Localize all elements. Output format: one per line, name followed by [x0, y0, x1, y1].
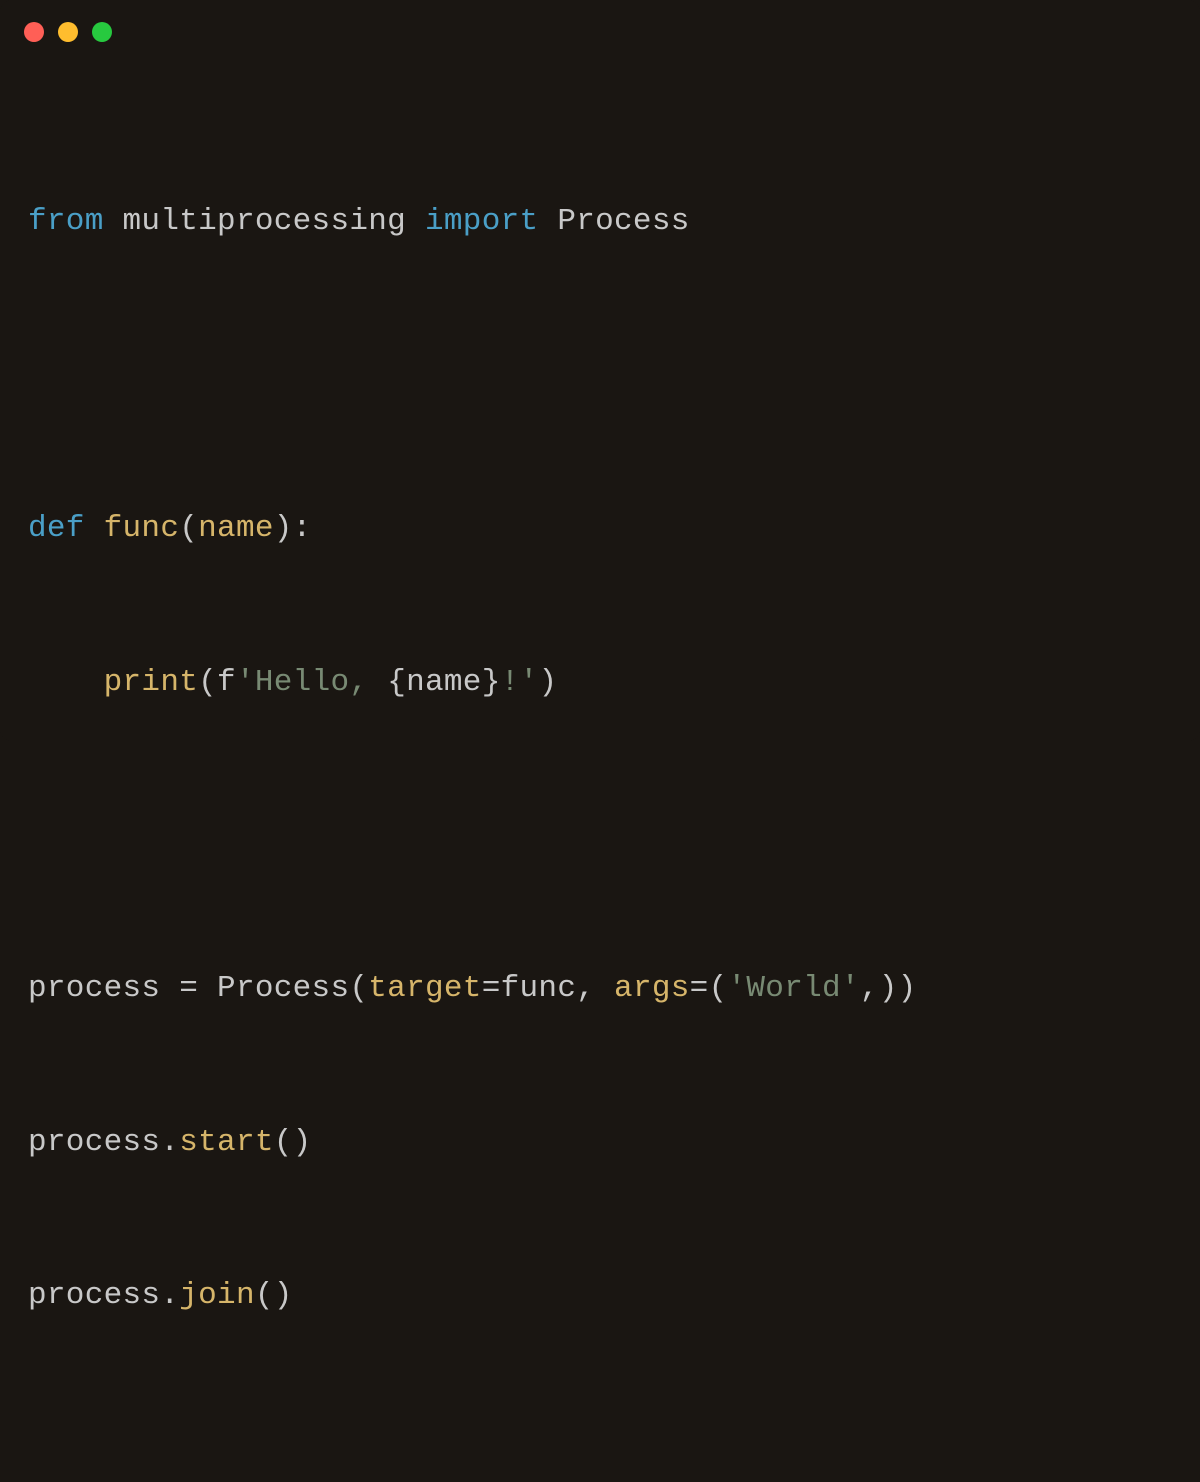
- fstring-prefix: f: [217, 665, 236, 700]
- code-line: def func(name):: [28, 503, 1172, 554]
- brace-close: }: [482, 665, 501, 700]
- code-editor: from multiprocessing import Process def …: [0, 64, 1200, 1482]
- parens: (): [274, 1125, 312, 1160]
- comma: ,: [576, 971, 614, 1006]
- string-literal: !': [501, 665, 539, 700]
- minimize-icon[interactable]: [58, 22, 78, 42]
- paren-open: (: [349, 971, 368, 1006]
- brace-open: {: [387, 665, 406, 700]
- code-line: process = Process(target=func, args=('Wo…: [28, 963, 1172, 1014]
- code-line: print(f'Hello, {name}!'): [28, 657, 1172, 708]
- kwarg-value: func: [501, 971, 577, 1006]
- import-name: Process: [557, 204, 689, 239]
- variable: process: [28, 1125, 160, 1160]
- keyword-def: def: [28, 511, 85, 546]
- paren-open: (: [179, 511, 198, 546]
- string-literal: 'Hello,: [236, 665, 387, 700]
- kwarg-name: target: [368, 971, 481, 1006]
- paren-open: (: [198, 665, 217, 700]
- code-window: from multiprocessing import Process def …: [0, 0, 1200, 741]
- interp-var: name: [406, 665, 482, 700]
- string-literal: 'World': [727, 971, 859, 1006]
- dot: .: [160, 1278, 179, 1313]
- close-icon[interactable]: [24, 22, 44, 42]
- kwarg-name: args: [614, 971, 690, 1006]
- dot: .: [160, 1125, 179, 1160]
- method-name: start: [179, 1125, 274, 1160]
- blank-line: [28, 350, 1172, 401]
- equals: =: [160, 971, 217, 1006]
- paren-close: ,)): [860, 971, 917, 1006]
- paren-close: ): [538, 665, 557, 700]
- variable: process: [28, 1278, 160, 1313]
- maximize-icon[interactable]: [92, 22, 112, 42]
- blank-line: [28, 1424, 1172, 1475]
- paren-close: ):: [274, 511, 312, 546]
- keyword-import: import: [425, 204, 538, 239]
- code-line: process.start(): [28, 1117, 1172, 1168]
- parens: (): [255, 1278, 293, 1313]
- module-name: multiprocessing: [123, 204, 407, 239]
- parameter: name: [198, 511, 274, 546]
- function-name: func: [104, 511, 180, 546]
- indent: [28, 665, 104, 700]
- builtin-print: print: [104, 665, 199, 700]
- keyword-from: from: [28, 204, 104, 239]
- window-titlebar: [0, 0, 1200, 64]
- equals-paren: =(: [690, 971, 728, 1006]
- method-name: join: [179, 1278, 255, 1313]
- variable: process: [28, 971, 160, 1006]
- equals: =: [482, 971, 501, 1006]
- class-name: Process: [217, 971, 349, 1006]
- code-line: process.join(): [28, 1270, 1172, 1321]
- blank-line: [28, 810, 1172, 861]
- code-line: from multiprocessing import Process: [28, 196, 1172, 247]
